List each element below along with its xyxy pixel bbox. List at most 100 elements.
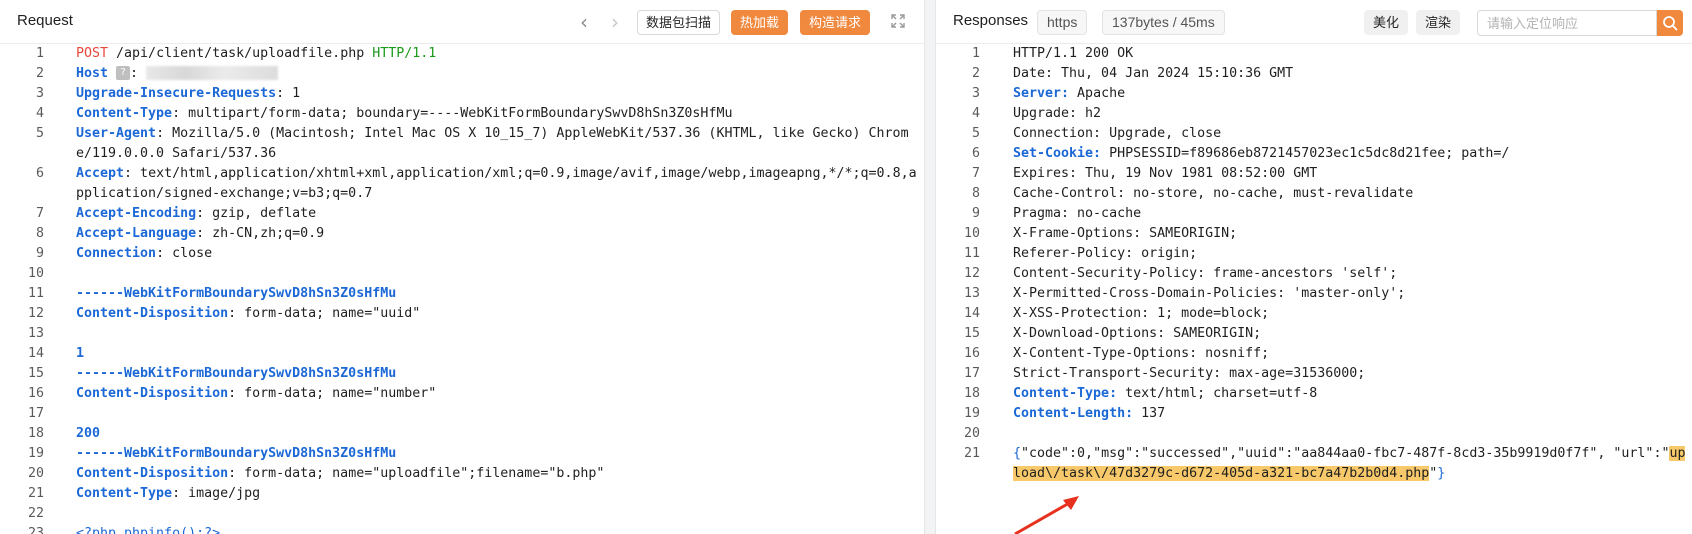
request-code-line: 15 ------WebKitFormBoundarySwvD8hSn3Z0sHf… (0, 364, 924, 384)
line-number: 17 (963, 366, 980, 381)
token: : form-data; name="uuid" (228, 306, 421, 321)
token: : Mozilla/5.0 (Macintosh; Intel Mac OS X… (76, 126, 909, 161)
line-text: X-Frame-Options: SAMEORIGIN; (1013, 224, 1692, 244)
request-code-line: 20 Content-Disposition: form-data; name="… (0, 464, 924, 484)
token: Host (76, 66, 109, 81)
line-text: POST /api/client/task/uploadfile.php HTT… (76, 44, 924, 64)
hot-load-button[interactable]: 热加载 (731, 10, 789, 35)
request-code-line: 7 Accept-Encoding: gzip, deflate (0, 204, 924, 224)
response-code-line: 5 Connection: Upgrade, close (936, 124, 1692, 144)
token: Content-Type (76, 106, 173, 121)
line-number: 8 (35, 226, 44, 241)
line-number: 16 (963, 346, 980, 361)
request-code-line: 14 1 (0, 344, 924, 364)
line-number: 21 (963, 446, 980, 461)
token: Apache (1069, 86, 1126, 101)
token: 137 (1133, 406, 1166, 421)
line-number: 8 (971, 186, 980, 201)
line-text: X-Download-Options: SAMEORIGIN; (1013, 324, 1692, 344)
line-number: 3 (971, 86, 980, 101)
token: Content-Security-Policy: frame-ancestors… (1013, 266, 1398, 281)
line-number: 11 (963, 246, 980, 261)
line-number: 19 (27, 446, 44, 461)
line-text: Content-Disposition: form-data; name="up… (76, 464, 924, 484)
response-code-line: 4 Upgrade: h2 (936, 104, 1692, 124)
token: POST (76, 46, 109, 61)
response-code-line: 21 {"code":0,"msg":"successed","uuid":"aa… (936, 444, 1692, 484)
token: X-Content-Type-Options: nosniff; (1013, 346, 1270, 361)
beautify-button[interactable]: 美化 (1364, 10, 1409, 35)
line-text: Host ?: (76, 64, 924, 84)
line-text: Content-Type: multipart/form-data; bound… (76, 104, 924, 124)
line-number: 10 (27, 266, 44, 281)
line-number: 17 (27, 406, 44, 421)
token: X-XSS-Protection: 1; mode=block; (1013, 306, 1270, 321)
token: Server: (1013, 86, 1070, 101)
line-number: 19 (963, 406, 980, 421)
line-text: Connection: Upgrade, close (1013, 124, 1692, 144)
chevron-right-icon[interactable]: › (606, 12, 624, 32)
line-text: Referer-Policy: origin; (1013, 244, 1692, 264)
token: Accept-Encoding (76, 206, 197, 221)
request-code-line: 10 ​ (0, 264, 924, 284)
line-number: 2 (35, 66, 44, 81)
token: : form-data; name="uploadfile";filename=… (228, 466, 605, 481)
response-code-line: 8 Cache-Control: no-store, no-cache, must… (936, 184, 1692, 204)
line-text: ​ (76, 324, 924, 344)
line-text: ​ (76, 404, 924, 424)
line-number: 4 (35, 106, 44, 121)
line-text: HTTP/1.1 200 OK (1013, 44, 1692, 64)
token: Connection (76, 246, 157, 261)
line-number: 10 (963, 226, 980, 241)
line-text: Set-Cookie: PHPSESSID=f89686eb8721457023… (1013, 144, 1692, 164)
expand-icon[interactable] (890, 13, 906, 29)
response-pane: Responses https 137bytes / 45ms 美化 渲染 1 H… (935, 0, 1692, 534)
line-text: Expires: Thu, 19 Nov 1981 08:52:00 GMT (1013, 164, 1692, 184)
packet-scan-button[interactable]: 数据包扫描 (637, 10, 721, 35)
token: X-Download-Options: SAMEORIGIN; (1013, 326, 1262, 341)
response-code-line: 18 Content-Type: text/html; charset=utf-8 (936, 384, 1692, 404)
response-code-line: 19 Content-Length: 137 (936, 404, 1692, 424)
line-number: 23 (27, 526, 44, 534)
request-title: Request (17, 12, 73, 29)
token: Content-Type (76, 486, 173, 501)
line-number: 7 (35, 206, 44, 221)
token: : text/html,application/xhtml+xml,applic… (76, 166, 917, 201)
line-text: ​ (76, 264, 924, 284)
request-editor[interactable]: 1 POST /api/client/task/uploadfile.php HT… (0, 44, 924, 534)
line-number: 12 (27, 306, 44, 321)
response-code-line: 16 X-Content-Type-Options: nosniff; (936, 344, 1692, 364)
hidden-value-icon: ? (116, 66, 131, 80)
request-code-line: 16 Content-Disposition: form-data; name="… (0, 384, 924, 404)
token: 200 (76, 426, 101, 441)
line-number: 13 (963, 286, 980, 301)
render-button[interactable]: 渲染 (1416, 10, 1461, 35)
build-request-button[interactable]: 构造请求 (800, 10, 871, 35)
search-button[interactable] (1657, 10, 1683, 36)
line-number: 6 (35, 166, 44, 181)
request-code-line: 6 Accept: text/html,application/xhtml+xml… (0, 164, 924, 204)
request-code-line: 11 ------WebKitFormBoundarySwvD8hSn3Z0sHf… (0, 284, 924, 304)
line-text: Strict-Transport-Security: max-age=31536… (1013, 364, 1692, 384)
response-title: Responses (953, 12, 1029, 29)
locate-response-input[interactable] (1477, 10, 1657, 36)
response-code-line: 10 X-Frame-Options: SAMEORIGIN; (936, 224, 1692, 244)
line-number: 5 (971, 126, 980, 141)
line-text: X-Content-Type-Options: nosniff; (1013, 344, 1692, 364)
token: Connection: Upgrade, close (1013, 126, 1222, 141)
line-number: 7 (971, 166, 980, 181)
line-number: 16 (27, 386, 44, 401)
response-code-line: 2 Date: Thu, 04 Jan 2024 15:10:36 GMT (936, 64, 1692, 84)
response-viewer[interactable]: 1 HTTP/1.1 200 OK 2 Date: Thu, 04 Jan 2024 … (936, 44, 1692, 534)
line-text: ​ (1013, 424, 1692, 444)
line-number: 12 (963, 266, 980, 281)
token: HTTP/1.1 (372, 46, 437, 61)
pane-divider[interactable] (925, 0, 935, 534)
response-code-line: 11 Referer-Policy: origin; (936, 244, 1692, 264)
token: : gzip, deflate (196, 206, 317, 221)
line-text: Content-Length: 137 (1013, 404, 1692, 424)
line-number: 5 (35, 126, 44, 141)
token: : close (156, 246, 213, 261)
chevron-left-icon[interactable]: ‹ (575, 12, 593, 32)
line-number: 1 (971, 46, 980, 61)
